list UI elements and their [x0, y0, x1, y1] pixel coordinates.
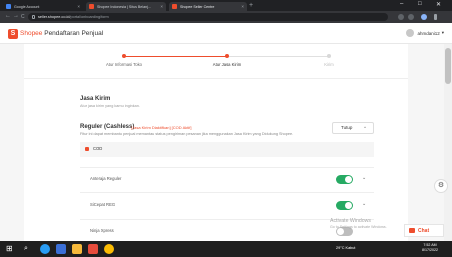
extension-icon[interactable]	[398, 14, 404, 20]
browser-tab-google-account[interactable]: Google Account ×	[3, 2, 83, 11]
activate-windows-title: Activate Windows	[330, 218, 371, 224]
weather-status[interactable]: 29°C Kabut	[336, 246, 355, 250]
search-icon[interactable]: ⌕	[24, 244, 34, 254]
minimize-button[interactable]: –	[400, 1, 403, 7]
shopee-favicon-icon	[89, 4, 94, 9]
chat-label: Chat	[418, 227, 430, 234]
divider	[24, 78, 408, 79]
username: ahmdani12	[417, 30, 440, 36]
collapse-label: Tutup	[341, 125, 353, 130]
seller-header: S Shopee Pendaftaran Penjual ahmdani12 ▾	[0, 23, 452, 44]
reguler-status-tag: [Jasa Kirim Diaktifkan] [COD Aktif]	[131, 125, 192, 130]
browser-tab-bar: Google Account × Shopee Indonesia | Situ…	[0, 0, 452, 11]
tab-label: Google Account	[14, 4, 40, 9]
clock-date: 8/17/2022	[422, 248, 438, 252]
chevron-up-icon: ^	[364, 125, 366, 130]
chevron-down-icon[interactable]: ⌄	[362, 175, 366, 181]
browser-tab-shopee-indonesia[interactable]: Shopee Indonesia | Situs Belanj... ×	[86, 2, 166, 11]
forward-arrow-icon[interactable]: →	[13, 13, 19, 19]
chevron-down-icon[interactable]: ⌄	[362, 201, 366, 207]
browser-tab-seller-centre[interactable]: Shopee Seller Centre ×	[169, 2, 247, 11]
toggle-knob	[345, 176, 352, 183]
shopee-favicon-icon	[172, 4, 177, 9]
system-clock[interactable]: 7:52 AM 8/17/2022	[422, 243, 438, 253]
cod-checkbox[interactable]	[85, 147, 89, 151]
step-dot-1	[122, 54, 126, 58]
page-title: Shopee Pendaftaran Penjual	[20, 30, 103, 37]
file-explorer-icon[interactable]	[72, 244, 82, 254]
section-description: Atur jasa kirim yang kamu inginkan.	[80, 104, 140, 108]
windows-start-icon[interactable]: ⊞	[6, 244, 16, 254]
close-tab-icon[interactable]: ×	[160, 4, 163, 9]
courier-toggle[interactable]	[336, 201, 353, 210]
close-window-button[interactable]: ✕	[436, 1, 441, 8]
courier-name: Ninja Xpress	[90, 228, 114, 233]
url-host: seller.shopee.co.id	[38, 15, 70, 19]
courier-row	[80, 167, 374, 189]
maximize-button[interactable]: □	[418, 1, 422, 7]
page-subtitle: Pendaftaran Penjual	[44, 30, 104, 37]
cod-label: COD	[93, 146, 103, 151]
step-dot-3	[327, 54, 331, 58]
close-tab-icon[interactable]: ×	[77, 4, 80, 9]
extension-icon[interactable]	[408, 14, 414, 20]
brand-name: Shopee	[20, 30, 43, 37]
app-icon[interactable]	[56, 244, 66, 254]
new-tab-button[interactable]: +	[249, 2, 253, 9]
step-dot-2	[225, 54, 229, 58]
lock-icon	[32, 15, 35, 19]
step-label-2: Atur Jasa Kirim	[212, 62, 242, 67]
courier-row	[80, 192, 374, 214]
chevron-down-icon: ▾	[441, 30, 444, 35]
windows-taskbar: ⊞ ⌕ 29°C Kabut 7:52 AM 8/17/2022	[0, 241, 452, 257]
section-title: Jasa Kirim	[80, 96, 111, 102]
stepper-progress	[124, 56, 227, 57]
google-favicon-icon	[6, 4, 11, 9]
activate-windows-subtitle: Go to Settings to activate Windows.	[330, 225, 387, 229]
url-path: /portal/onboarding/form	[69, 15, 109, 19]
menu-kebab-icon[interactable]	[434, 14, 437, 20]
avatar	[406, 29, 415, 37]
chat-icon	[409, 228, 415, 233]
step-label-1: Atur Informasi Toko	[106, 62, 142, 67]
reguler-title: Reguler (Cashless)	[80, 124, 135, 130]
cod-row	[80, 142, 374, 157]
scrollbar-thumb[interactable]	[445, 48, 451, 84]
courier-toggle[interactable]	[336, 175, 353, 184]
user-menu[interactable]: ahmdani12 ▾	[406, 29, 444, 37]
reload-icon[interactable]: C	[21, 14, 25, 20]
toggle-knob	[345, 202, 352, 209]
toggle-knob	[337, 228, 344, 235]
step-label-3: Kirim	[324, 62, 334, 67]
profile-icon[interactable]	[421, 14, 427, 20]
app-icon[interactable]	[88, 244, 98, 254]
back-arrow-icon[interactable]: ←	[5, 13, 11, 19]
tab-label: Shopee Indonesia | Situs Belanj...	[97, 4, 151, 9]
collapse-button[interactable]: Tutup ^	[332, 122, 374, 134]
close-tab-icon[interactable]: ×	[241, 4, 244, 9]
url-input[interactable]: seller.shopee.co.id/portal/onboarding/fo…	[28, 13, 388, 21]
browser-address-bar: ← → C seller.shopee.co.id/portal/onboard…	[0, 11, 452, 23]
courier-name: Anteraja Reguler	[90, 176, 122, 181]
shopee-logo-icon[interactable]: S	[8, 29, 18, 39]
tab-label: Shopee Seller Centre	[180, 4, 215, 9]
settings-gear-icon[interactable]: ⚙	[434, 179, 448, 193]
edge-icon[interactable]	[40, 244, 50, 254]
courier-name: SiCepat REG	[90, 202, 116, 207]
chrome-icon[interactable]	[104, 244, 114, 254]
reguler-description: Fitur ini dapat membantu penjual memanta…	[80, 132, 294, 136]
chat-button[interactable]: Chat	[404, 224, 444, 237]
